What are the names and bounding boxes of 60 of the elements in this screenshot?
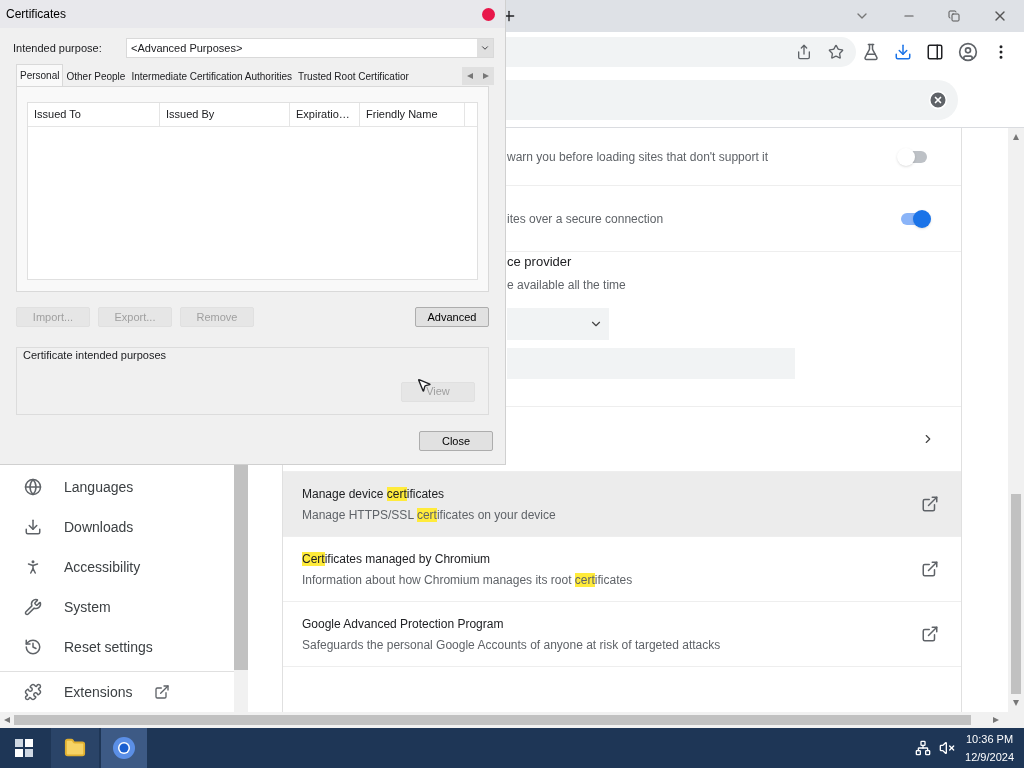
column-header[interactable]: Issued By (160, 103, 290, 126)
sidebar-item[interactable]: System (0, 587, 234, 627)
file-explorer-button[interactable] (51, 728, 99, 768)
setting-title: Google Advanced Protection Program (302, 615, 505, 633)
puzzle-icon (24, 683, 42, 701)
close-button[interactable]: Close (419, 431, 493, 451)
download-icon (24, 518, 42, 536)
tab-scroll-right-icon[interactable] (483, 73, 489, 79)
flask-icon[interactable] (862, 43, 880, 61)
setting-description: ites over a secure connection (507, 210, 665, 228)
caret-icon (480, 43, 490, 53)
purpose-dropdown[interactable]: <Advanced Purposes> (126, 38, 494, 58)
external-link-icon (921, 625, 939, 643)
external-link-icon (154, 684, 171, 700)
group-title: Certificate intended purposes (22, 348, 168, 363)
purpose-label: Intended purpose: (12, 40, 103, 56)
sidebar-item[interactable]: Extensions (0, 676, 234, 708)
side-panel-icon[interactable] (926, 43, 944, 61)
column-header[interactable]: Expiratio… (290, 103, 360, 126)
setting-description: Safeguards the personal Google Accounts of anyone at risk of targeted attacks (302, 636, 722, 654)
clock-time[interactable]: 10:36 PM (966, 730, 1014, 748)
scroll-right-icon[interactable] (993, 717, 999, 723)
history-icon (24, 638, 42, 656)
sidebar-item[interactable]: Reset settings (0, 627, 234, 667)
scroll-left-icon[interactable] (4, 717, 10, 723)
profile-icon[interactable] (958, 42, 978, 62)
sidebar-item[interactable]: Downloads (0, 507, 234, 547)
globe-icon (24, 478, 42, 496)
scroll-up-icon[interactable] (1013, 134, 1019, 140)
window-title: Certificates (6, 6, 67, 23)
setting-description: warn you before loading sites that don't support it (507, 148, 770, 166)
tab-scroll-left-icon[interactable] (467, 73, 473, 79)
volume-muted-icon[interactable] (939, 740, 956, 756)
column-header[interactable]: Issued To (28, 103, 160, 126)
clear-icon[interactable] (928, 89, 948, 110)
scroll-down-icon[interactable] (1013, 700, 1019, 706)
share-icon[interactable] (796, 44, 812, 60)
external-link-icon (921, 495, 939, 513)
network-icon[interactable] (915, 740, 932, 756)
setting-description: e available all the time (507, 276, 627, 294)
clock-date[interactable]: 12/9/2024 (965, 748, 1014, 766)
external-link-icon (921, 560, 939, 578)
record-icon (482, 7, 495, 21)
provider-input[interactable] (507, 347, 795, 379)
browser-button[interactable] (101, 728, 147, 768)
sidebar-item[interactable]: Accessibility (0, 547, 234, 587)
restore-icon[interactable] (948, 10, 960, 22)
column-header[interactable]: Friendly Name (360, 103, 465, 126)
certificate-list[interactable]: Issued To Issued By Expiratio… Friendly Name (27, 102, 478, 280)
sidebar-item[interactable]: Languages (0, 467, 234, 507)
scrollbar-thumb[interactable] (14, 715, 971, 725)
folder-icon (64, 737, 86, 759)
tab[interactable]: Personal (16, 64, 64, 86)
scrollbar-thumb[interactable] (1011, 494, 1021, 694)
bookmark-star-icon[interactable] (828, 44, 844, 60)
download-icon[interactable] (894, 43, 912, 61)
setting-title: ce provider (507, 253, 573, 271)
browser-icon (112, 736, 136, 760)
advanced-button[interactable]: Advanced (415, 307, 489, 327)
wrench-icon (24, 598, 42, 616)
